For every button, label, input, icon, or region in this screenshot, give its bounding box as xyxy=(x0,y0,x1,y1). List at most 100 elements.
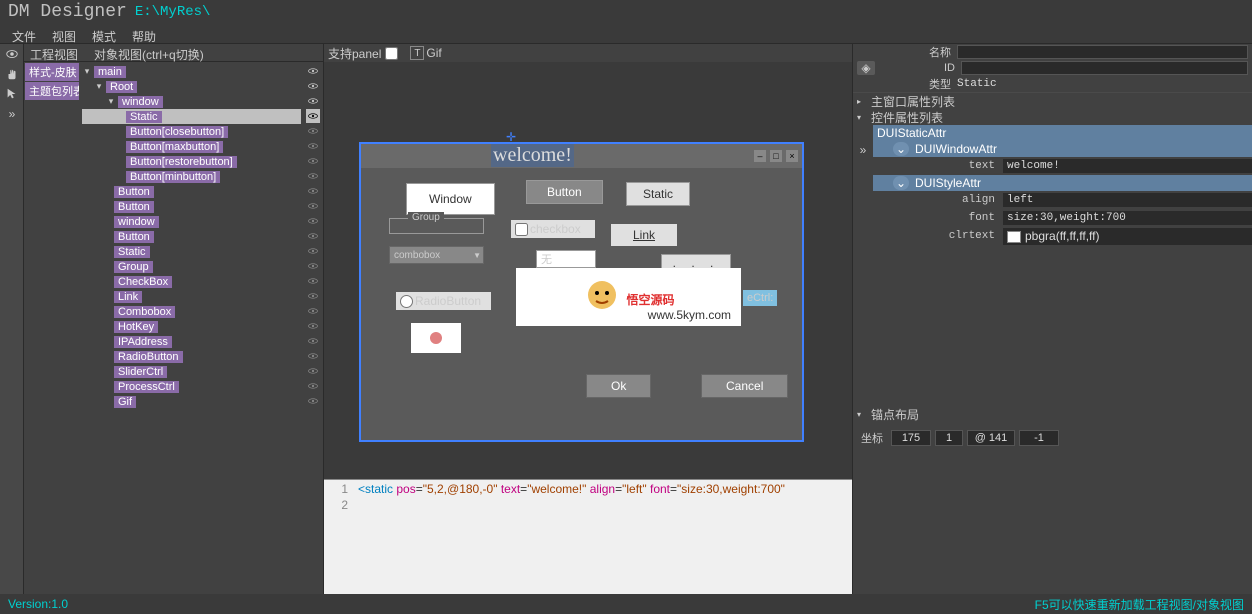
tree-item-button2[interactable]: Button xyxy=(82,199,301,214)
eye-icon[interactable] xyxy=(306,394,320,408)
mock-static[interactable]: Static xyxy=(626,182,690,206)
mock-group[interactable] xyxy=(389,218,484,234)
dui-static-header[interactable]: DUIStaticAttr xyxy=(873,125,1252,141)
tree-item-static2[interactable]: Static xyxy=(82,244,301,259)
ctrl-props-header[interactable]: ▾控件属性列表 xyxy=(853,109,1252,125)
tree-item-processctrl[interactable]: ProcessCtrl xyxy=(82,379,301,394)
mock-close-button[interactable]: × xyxy=(786,150,798,162)
color-swatch-icon[interactable] xyxy=(1007,231,1021,243)
eye-icon[interactable] xyxy=(306,334,320,348)
tree-item-btn-restore[interactable]: Button[restorebutton] xyxy=(82,154,301,169)
prop-id-input[interactable] xyxy=(961,61,1248,75)
mock-max-button[interactable]: □ xyxy=(770,150,782,162)
tree-item-link[interactable]: Link xyxy=(82,289,301,304)
eye-icon[interactable] xyxy=(306,304,320,318)
tree-item-button1[interactable]: Button xyxy=(82,184,301,199)
coord-input-4[interactable] xyxy=(1019,430,1059,446)
eye-icon[interactable] xyxy=(306,154,320,168)
tree-item-gif[interactable]: Gif xyxy=(82,394,301,409)
anchor-layout-header[interactable]: ▾锚点布局 xyxy=(853,406,1252,422)
eye-icon[interactable] xyxy=(306,184,320,198)
tool-eye-icon[interactable] xyxy=(0,44,24,64)
tool-hand-icon[interactable] xyxy=(0,64,24,84)
mock-titlebar[interactable]: welcome! – □ × xyxy=(361,144,802,168)
tree-item-static-selected[interactable]: Static xyxy=(82,109,301,124)
tree-item-group[interactable]: Group xyxy=(82,259,301,274)
dui-style-header[interactable]: ⌄DUIStyleAttr xyxy=(873,175,1252,191)
mock-radio[interactable]: RadioButton xyxy=(396,292,491,310)
style-skin-item[interactable]: 样式-皮肤 xyxy=(25,63,79,81)
tree-item-ipaddress[interactable]: IPAddress xyxy=(82,334,301,349)
eye-icon[interactable] xyxy=(306,259,320,273)
eye-icon[interactable] xyxy=(306,274,320,288)
mock-ctrl-label[interactable]: eCtrl: xyxy=(743,290,777,306)
expand-icon[interactable]: » xyxy=(860,143,867,157)
eye-icon[interactable] xyxy=(306,199,320,213)
tree-item-btn-close[interactable]: Button[closebutton] xyxy=(82,124,301,139)
tree-item-btn-min[interactable]: Button[minbutton] xyxy=(82,169,301,184)
prop-clrtext-value[interactable]: pbgra(ff,ff,ff,ff) xyxy=(1003,228,1252,245)
eye-icon[interactable] xyxy=(306,94,320,108)
canvas[interactable]: ✛ welcome! – □ × Window Button Static xyxy=(324,62,852,479)
tool-cursor-icon[interactable] xyxy=(0,84,24,104)
eye-icon[interactable] xyxy=(306,64,320,78)
tab-project-view[interactable]: 工程视图 xyxy=(24,44,84,61)
tree-item-root[interactable]: ▾Root xyxy=(82,79,301,94)
eye-icon[interactable] xyxy=(306,349,320,363)
eye-icon[interactable] xyxy=(306,319,320,333)
coord-input-3[interactable] xyxy=(967,430,1015,446)
eye-icon[interactable] xyxy=(306,109,320,123)
eye-icon[interactable] xyxy=(306,79,320,93)
mock-combobox[interactable]: combobox xyxy=(389,246,484,264)
prop-align-value[interactable]: left xyxy=(1003,193,1252,207)
mock-min-button[interactable]: – xyxy=(754,150,766,162)
host-props-header[interactable]: ▸主窗口属性列表 xyxy=(853,93,1252,109)
eye-icon[interactable] xyxy=(306,379,320,393)
mock-checkbox[interactable]: checkbox xyxy=(511,220,595,238)
text-tool-icon[interactable]: T xyxy=(410,46,424,60)
mock-hotkey-input[interactable]: 无 xyxy=(536,250,596,268)
eye-icon[interactable] xyxy=(306,229,320,243)
eye-icon[interactable] xyxy=(306,289,320,303)
tree-item-sliderctrl[interactable]: SliderCtrl xyxy=(82,364,301,379)
code-content[interactable]: <static pos="5,2,@180,-0" text="welcome!… xyxy=(354,480,852,594)
tool-expand-icon[interactable]: » xyxy=(0,104,24,124)
coord-input-2[interactable] xyxy=(935,430,963,446)
mock-gif-image[interactable] xyxy=(411,323,461,353)
tab-object-view[interactable]: 对象视图(ctrl+q切换) xyxy=(88,44,210,61)
gif-tool-label[interactable]: Gif xyxy=(426,46,441,60)
mock-ok-button[interactable]: Ok xyxy=(586,374,651,398)
menu-help[interactable]: 帮助 xyxy=(124,26,164,41)
mock-button[interactable]: Button xyxy=(526,180,603,204)
mock-cancel-button[interactable]: Cancel xyxy=(701,374,788,398)
coord-input-1[interactable] xyxy=(891,430,931,446)
menu-view[interactable]: 视图 xyxy=(44,26,84,41)
panel-support-checkbox[interactable] xyxy=(385,47,398,60)
eye-icon[interactable] xyxy=(306,124,320,138)
tree-item-main[interactable]: ▾main xyxy=(82,64,301,79)
tree-item-radiobutton[interactable]: RadioButton xyxy=(82,349,301,364)
eye-icon[interactable] xyxy=(306,244,320,258)
eye-icon[interactable] xyxy=(306,169,320,183)
style-theme-item[interactable]: 主题包列表 xyxy=(25,82,79,100)
mock-window[interactable]: ✛ welcome! – □ × Window Button Static xyxy=(359,142,804,442)
dui-window-header[interactable]: ⌄DUIWindowAttr xyxy=(873,141,1252,157)
menu-file[interactable]: 文件 xyxy=(4,26,44,41)
prop-text-value[interactable]: welcome! xyxy=(1003,159,1252,173)
tree-item-window[interactable]: ▾window xyxy=(82,94,301,109)
eye-icon[interactable] xyxy=(306,214,320,228)
prop-name-input[interactable] xyxy=(957,45,1248,59)
tree-item-button3[interactable]: Button xyxy=(82,229,301,244)
mock-window-button[interactable]: Window xyxy=(406,183,495,215)
tree-item-hotkey[interactable]: HotKey xyxy=(82,319,301,334)
eye-icon[interactable] xyxy=(306,139,320,153)
prop-font-value[interactable]: size:30,weight:700 xyxy=(1003,211,1252,225)
code-editor[interactable]: 1 2 <static pos="5,2,@180,-0" text="welc… xyxy=(324,479,852,594)
mock-title-static[interactable]: welcome! xyxy=(491,144,574,167)
tree-item-btn-max[interactable]: Button[maxbutton] xyxy=(82,139,301,154)
eye-icon[interactable] xyxy=(306,364,320,378)
anchor-handle-icon[interactable]: ✛ xyxy=(506,130,518,142)
tree-item-combobox[interactable]: Combobox xyxy=(82,304,301,319)
menu-mode[interactable]: 模式 xyxy=(84,26,124,41)
tree-item-window2[interactable]: window xyxy=(82,214,301,229)
